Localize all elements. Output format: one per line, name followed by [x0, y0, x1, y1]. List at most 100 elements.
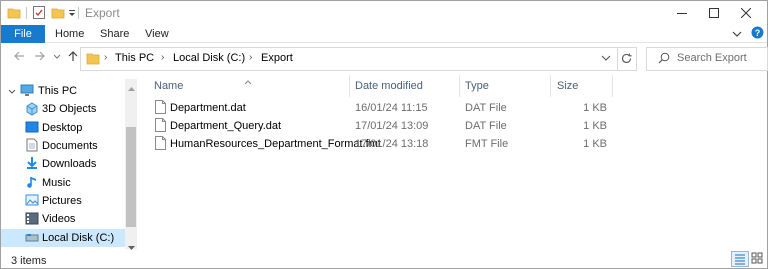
- ribbon-tabs: File Home Share View ?: [1, 25, 767, 43]
- file-name: HumanResources_Department_Format.fmt: [170, 138, 381, 150]
- download-icon: [25, 156, 39, 173]
- folder-icon: [7, 6, 21, 23]
- column-divider[interactable]: [459, 75, 460, 97]
- tab-share[interactable]: Share: [100, 28, 129, 40]
- nav-scrollbar-thumb[interactable]: [126, 127, 136, 227]
- cube-icon: [25, 102, 39, 119]
- file-row[interactable]: Department_Query.dat 17/01/24 13:09 DAT …: [151, 117, 611, 135]
- expand-ribbon-icon[interactable]: [732, 28, 742, 42]
- file-size: 1 KB: [583, 102, 607, 114]
- nav-item-videos[interactable]: Videos: [1, 210, 125, 228]
- properties-checkbox-icon[interactable]: [32, 5, 46, 23]
- status-item-count: 3 items: [11, 255, 47, 267]
- nav-label: Pictures: [42, 195, 82, 207]
- nav-item-downloads[interactable]: Downloads: [1, 155, 125, 173]
- nav-label: Local Disk (C:): [42, 232, 115, 244]
- scroll-down-icon[interactable]: [128, 240, 135, 254]
- file-size: 1 KB: [583, 138, 607, 150]
- column-divider[interactable]: [612, 75, 613, 97]
- close-icon: [741, 8, 751, 18]
- file-type: DAT File: [465, 102, 507, 114]
- nav-item-desktop[interactable]: Desktop: [1, 119, 125, 137]
- breadcrumb-export[interactable]: Export: [261, 52, 293, 64]
- forward-arrow-icon[interactable]: [34, 50, 46, 65]
- tab-home[interactable]: Home: [55, 28, 84, 40]
- nav-label: 3D Objects: [42, 103, 97, 115]
- explorer-window: Export File Home Share View ? › This PC …: [0, 0, 768, 269]
- nav-label: Downloads: [42, 158, 97, 170]
- recent-locations-icon[interactable]: [53, 50, 61, 65]
- nav-item-local-disk[interactable]: Local Disk (C:): [1, 229, 125, 247]
- nav-label: Documents: [42, 140, 98, 152]
- search-box[interactable]: Search Export: [646, 47, 768, 71]
- minimize-icon: [677, 13, 687, 14]
- details-view-button[interactable]: [731, 251, 749, 267]
- nav-item-music[interactable]: Music: [1, 174, 125, 192]
- picture-icon: [25, 194, 39, 210]
- large-icons-view-button[interactable]: [749, 251, 765, 265]
- search-input[interactable]: Search Export: [677, 52, 747, 64]
- column-header-name[interactable]: Name: [154, 80, 183, 92]
- close-button[interactable]: [723, 1, 768, 25]
- desktop-icon: [25, 121, 39, 137]
- large-icons-view-icon: [751, 252, 763, 264]
- tab-file[interactable]: File: [1, 25, 45, 43]
- nav-item-3d-objects[interactable]: 3D Objects: [1, 100, 125, 118]
- breadcrumb-separator: ›: [104, 52, 108, 63]
- breadcrumb-separator: ›: [249, 52, 253, 63]
- nav-label: Desktop: [42, 122, 83, 134]
- nav-label: Videos: [42, 213, 76, 225]
- file-icon: [155, 100, 166, 117]
- file-name: Department.dat: [170, 102, 246, 114]
- svg-text:?: ?: [755, 28, 761, 38]
- file-row[interactable]: HumanResources_Department_Format.fmt 17/…: [151, 135, 611, 153]
- file-icon: [155, 136, 166, 153]
- breadcrumb-separator: ›: [161, 52, 165, 63]
- back-arrow-icon[interactable]: [13, 50, 25, 65]
- nav-label: This PC: [38, 85, 78, 97]
- file-date: 17/01/24 13:18: [355, 138, 429, 150]
- file-icon: [155, 118, 166, 135]
- folder-icon: [86, 52, 100, 68]
- address-dropdown-icon[interactable]: [601, 52, 611, 67]
- window-title: Export: [85, 6, 120, 20]
- column-header-size[interactable]: Size: [557, 80, 578, 92]
- nav-label: Music: [42, 177, 71, 189]
- title-bar: Export: [1, 1, 767, 25]
- breadcrumb-local-disk[interactable]: Local Disk (C:): [173, 52, 245, 64]
- file-date: 16/01/24 11:15: [355, 102, 428, 114]
- tab-view[interactable]: View: [145, 28, 169, 40]
- video-icon: [25, 212, 39, 228]
- document-icon: [26, 138, 38, 155]
- new-folder-icon[interactable]: [51, 6, 65, 23]
- up-arrow-icon[interactable]: [67, 50, 79, 65]
- file-type: FMT File: [465, 138, 509, 150]
- drive-icon: [25, 232, 39, 247]
- file-name: Department_Query.dat: [170, 120, 282, 132]
- details-view-icon: [735, 254, 745, 265]
- column-header-type[interactable]: Type: [465, 80, 489, 92]
- monitor-icon: [20, 84, 34, 100]
- nav-item-this-pc[interactable]: This PC: [1, 82, 125, 100]
- music-note-icon: [26, 175, 38, 192]
- maximize-icon: [709, 8, 719, 18]
- column-divider[interactable]: [550, 75, 551, 97]
- search-icon: [658, 52, 670, 68]
- customize-toolbar-icon[interactable]: [67, 6, 77, 23]
- separator: [617, 48, 618, 70]
- file-row[interactable]: Department.dat 16/01/24 11:15 DAT File 1…: [151, 99, 611, 117]
- column-header-date[interactable]: Date modified: [355, 80, 423, 92]
- sort-ascending-icon: [244, 74, 252, 88]
- breadcrumb-this-pc[interactable]: This PC: [115, 52, 154, 64]
- nav-item-pictures[interactable]: Pictures: [1, 192, 125, 210]
- file-date: 17/01/24 13:09: [355, 120, 429, 132]
- address-bar[interactable]: › This PC › Local Disk (C:) › Export: [80, 47, 637, 71]
- help-icon[interactable]: ?: [751, 26, 764, 42]
- nav-item-documents[interactable]: Documents: [1, 137, 125, 155]
- refresh-icon[interactable]: [620, 52, 633, 68]
- chevron-down-icon[interactable]: [8, 87, 16, 99]
- file-type: DAT File: [465, 120, 507, 132]
- scroll-up-icon[interactable]: [128, 81, 135, 95]
- separator: [26, 7, 27, 19]
- column-divider[interactable]: [349, 75, 350, 97]
